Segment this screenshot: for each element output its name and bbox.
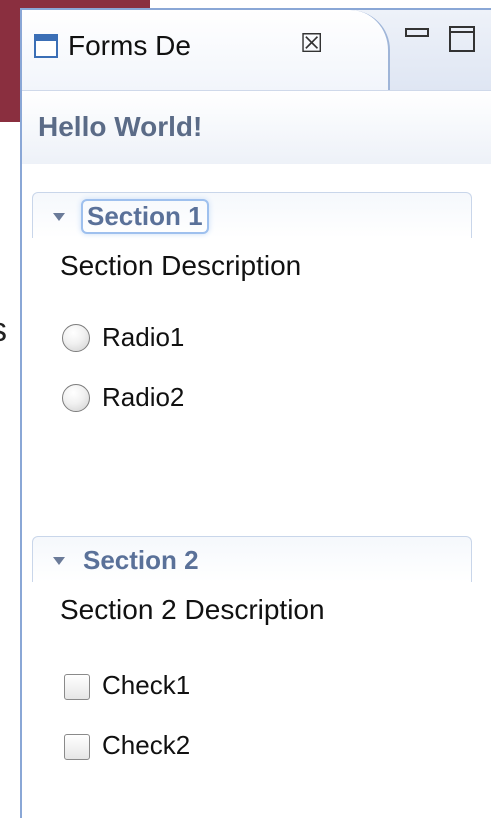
view-tab-strip: Forms De ☒: [22, 10, 491, 90]
section-1-description: Section Description: [60, 250, 302, 281]
view-icon: [34, 34, 58, 58]
radio-button-icon[interactable]: [62, 384, 90, 412]
minimize-icon[interactable]: [405, 28, 429, 37]
radio-button-icon[interactable]: [62, 324, 90, 352]
maximize-icon[interactable]: [449, 26, 475, 52]
background-gap: [0, 122, 20, 818]
form-body: Section 1 Section Description Radio1 Rad…: [22, 164, 491, 820]
view-tab[interactable]: Forms De ☒: [22, 10, 390, 90]
check-1-label[interactable]: Check1: [102, 670, 190, 701]
checkbox-icon[interactable]: [64, 734, 90, 760]
section-1-title[interactable]: Section 1: [83, 201, 207, 232]
section-2-title[interactable]: Section 2: [83, 545, 199, 576]
forms-view: Forms De ☒ Hello World! Section 1 Sectio…: [20, 8, 491, 820]
radio-2-label[interactable]: Radio2: [102, 382, 184, 413]
chevron-down-icon[interactable]: [53, 213, 65, 221]
section-2-header[interactable]: Section 2: [32, 536, 472, 582]
form-header: Hello World!: [22, 90, 491, 165]
check-2-label[interactable]: Check2: [102, 730, 190, 761]
section-2: Section 2 Section 2 Description Check1 C…: [32, 536, 472, 796]
section-1-header[interactable]: Section 1: [32, 192, 472, 238]
section-1: Section 1 Section Description Radio1 Rad…: [32, 192, 472, 492]
section-2-description: Section 2 Description: [60, 594, 325, 625]
tab-title: Forms De: [68, 30, 191, 61]
radio-1-label[interactable]: Radio1: [102, 322, 184, 353]
checkbox-icon[interactable]: [64, 674, 90, 700]
form-title: Hello World!: [38, 111, 203, 142]
chevron-down-icon[interactable]: [53, 557, 65, 565]
partial-background-text: s: [0, 310, 14, 350]
close-icon[interactable]: ☒: [300, 28, 323, 59]
